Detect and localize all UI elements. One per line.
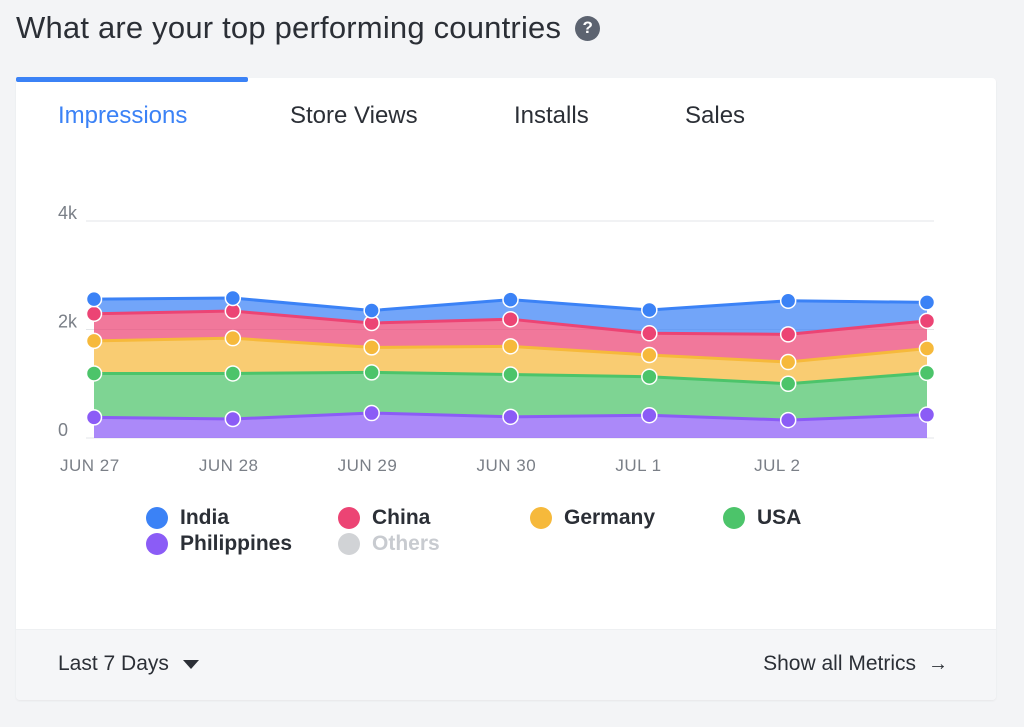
point-germany[interactable] xyxy=(363,339,380,356)
point-philippines[interactable] xyxy=(502,408,519,426)
point-china[interactable] xyxy=(779,326,797,343)
chart-legend: India China Germany USA Philippines Othe… xyxy=(16,498,996,578)
section-header: What are your top performing countries ? xyxy=(16,4,601,52)
page-title: What are your top performing countries xyxy=(16,10,562,45)
legend-swatch xyxy=(338,533,360,555)
y-tick-label: 2k xyxy=(58,312,78,332)
legend-label: USA xyxy=(757,506,802,529)
point-usa[interactable] xyxy=(641,368,658,385)
point-germany[interactable] xyxy=(641,346,658,364)
x-tick-label: JUL 2 xyxy=(754,456,800,475)
active-tab-indicator xyxy=(16,77,248,82)
tab-installs[interactable]: Installs xyxy=(514,102,589,130)
legend-item-india[interactable]: India xyxy=(146,506,229,530)
legend-swatch xyxy=(146,507,168,529)
metric-tabs: Impressions Store Views Installs Sales xyxy=(16,78,996,162)
point-usa[interactable] xyxy=(363,364,380,381)
point-usa[interactable] xyxy=(85,365,103,382)
tab-store-views[interactable]: Store Views xyxy=(290,102,418,130)
point-philippines[interactable] xyxy=(918,406,936,423)
point-india[interactable] xyxy=(641,301,658,319)
tab-sales[interactable]: Sales xyxy=(685,102,745,130)
chart-area: 0 2k 4k JUN 27 JUN 28 JUN 29 JUN 30 JUL 1 JUL 2 xyxy=(16,178,996,483)
point-germany[interactable] xyxy=(502,338,519,355)
question-circle-icon[interactable]: ? xyxy=(575,15,601,41)
point-philippines[interactable] xyxy=(779,411,797,429)
point-india[interactable] xyxy=(224,289,242,307)
point-philippines[interactable] xyxy=(363,404,380,422)
point-china[interactable] xyxy=(502,310,519,328)
date-range-label: Last 7 Days xyxy=(58,652,169,675)
legend-item-others[interactable]: Others xyxy=(338,532,440,556)
x-tick-label: JUN 29 xyxy=(338,456,398,475)
point-india[interactable] xyxy=(502,291,519,308)
show-all-metrics-label: Show all Metrics xyxy=(763,652,916,675)
legend-swatch xyxy=(146,533,168,555)
legend-swatch xyxy=(530,507,552,529)
point-germany[interactable] xyxy=(918,340,936,357)
x-tick-label: JUN 30 xyxy=(477,456,537,475)
point-india[interactable] xyxy=(85,290,103,308)
y-tick-label: 0 xyxy=(58,420,68,440)
point-philippines[interactable] xyxy=(641,406,658,424)
card-footer: Last 7 Days Show all Metrics → xyxy=(16,629,996,700)
point-china[interactable] xyxy=(641,325,658,342)
legend-label: India xyxy=(180,506,230,529)
point-india[interactable] xyxy=(918,294,936,311)
legend-label: Others xyxy=(372,532,440,555)
y-tick-label: 4k xyxy=(58,203,78,223)
x-tick-label: JUN 28 xyxy=(199,456,259,475)
legend-item-philippines[interactable]: Philippines xyxy=(146,532,292,556)
date-range-select[interactable]: Last 7 Days xyxy=(58,652,199,676)
point-usa[interactable] xyxy=(918,364,936,382)
legend-label: China xyxy=(372,506,431,529)
stacked-area-chart: 0 2k 4k JUN 27 JUN 28 JUN 29 JUN 30 JUL 1 JUL 2 xyxy=(58,203,936,475)
arrow-right-icon: → xyxy=(928,652,948,675)
point-germany[interactable] xyxy=(85,332,103,350)
point-philippines[interactable] xyxy=(85,409,103,426)
caret-down-icon xyxy=(182,659,199,669)
point-usa[interactable] xyxy=(224,365,242,382)
point-germany[interactable] xyxy=(779,353,797,371)
metrics-card: Impressions Store Views Installs Sales 0… xyxy=(16,78,996,700)
x-tick-label: JUN 27 xyxy=(60,456,120,475)
legend-item-usa[interactable]: USA xyxy=(723,506,801,530)
tab-impressions[interactable]: Impressions xyxy=(58,102,187,130)
point-china[interactable] xyxy=(918,312,936,330)
x-tick-label: JUL 1 xyxy=(615,456,661,475)
legend-swatch xyxy=(723,507,745,529)
legend-label: Philippines xyxy=(180,532,293,555)
point-india[interactable] xyxy=(363,302,380,319)
legend-swatch xyxy=(338,507,360,529)
point-india[interactable] xyxy=(779,292,797,309)
point-philippines[interactable] xyxy=(224,410,242,428)
legend-item-china[interactable]: China xyxy=(338,506,430,530)
point-usa[interactable] xyxy=(779,375,797,392)
point-china[interactable] xyxy=(85,305,103,323)
legend-item-germany[interactable]: Germany xyxy=(530,506,655,530)
show-all-metrics-link[interactable]: Show all Metrics → xyxy=(763,652,948,676)
point-usa[interactable] xyxy=(502,366,519,383)
point-germany[interactable] xyxy=(224,329,242,347)
legend-label: Germany xyxy=(564,506,656,529)
